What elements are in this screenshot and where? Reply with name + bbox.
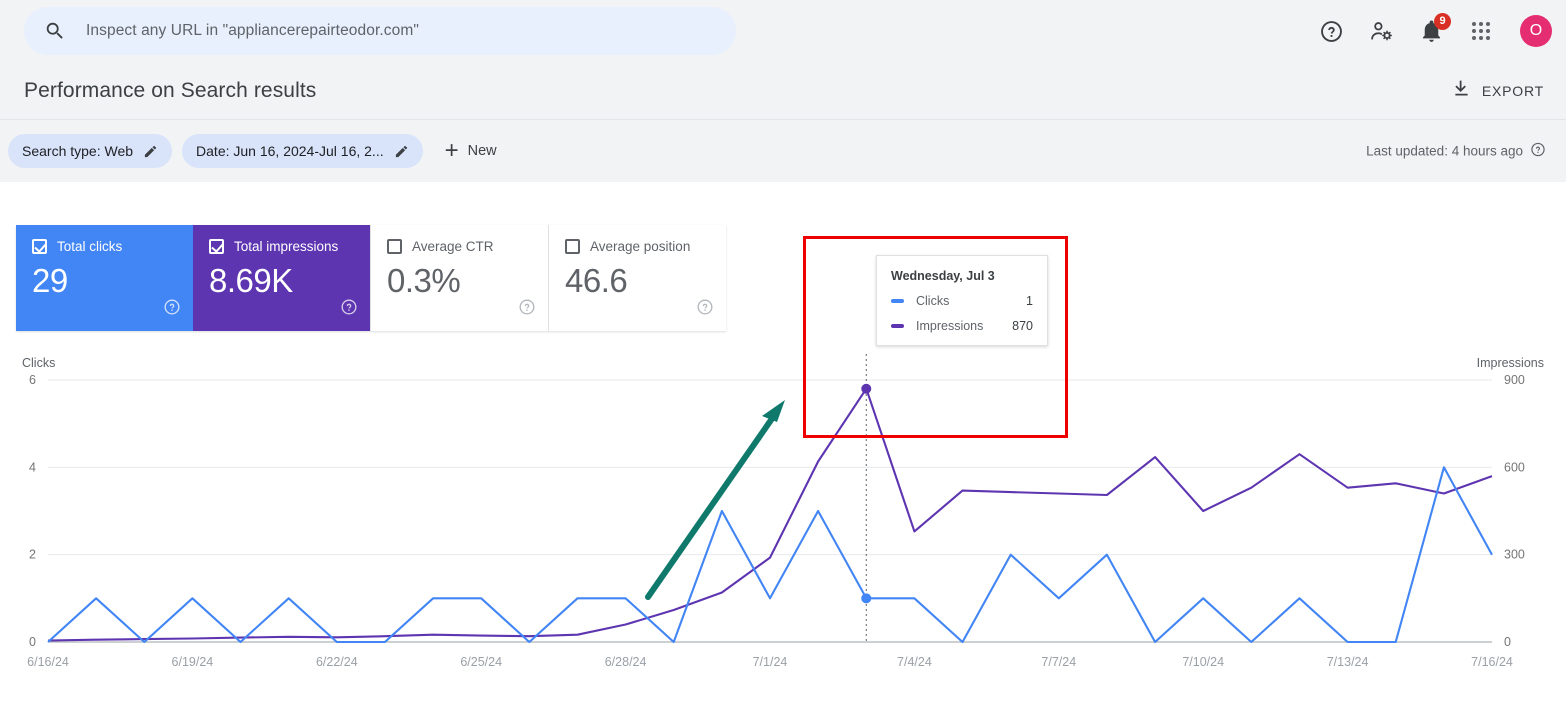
left-axis-tick: 0 [29,635,36,649]
metric-checkbox-total-impressions[interactable] [209,239,224,254]
x-axis-tick: 7/4/24 [897,655,932,669]
performance-chart: Clicks Impressions 0 0 2 300 4 600 6 900 6/16/2… [0,350,1566,680]
help-circle-icon[interactable] [518,298,536,321]
metric-card-average-position[interactable]: Average position 46.6 [548,225,726,331]
metric-card-total-clicks[interactable]: Total clicks 29 [16,225,193,331]
export-label: EXPORT [1481,82,1544,99]
chart-point-clicks [861,593,872,604]
x-axis-tick: 7/16/24 [1471,655,1513,669]
search-placeholder: Inspect any URL in "appliancerepairteodo… [86,22,419,39]
notifications-bell-icon[interactable]: 9 [1416,13,1451,46]
metric-label-average-ctr: Average CTR [412,239,494,254]
filter-bar: Search type: Web Date: Jun 16, 2024-Jul … [0,120,1566,182]
metric-card-total-impressions[interactable]: Total impressions 8.69K [193,225,370,331]
add-filter-label: New [467,143,497,159]
top-bar: Inspect any URL in "appliancerepairteodo… [0,0,1566,62]
x-axis-tick: 7/10/24 [1182,655,1224,669]
right-axis-tick: 0 [1504,635,1511,649]
x-axis-tick: 7/1/24 [753,655,788,669]
tooltip-label-clicks: Clicks [916,294,950,308]
metric-label-total-clicks: Total clicks [57,239,123,254]
last-updated-label: Last updated: 4 hours ago [1366,143,1523,159]
right-axis-tick: 600 [1504,460,1525,474]
tooltip-value-impressions: 870 [1012,319,1033,333]
help-circle-icon[interactable] [696,298,714,321]
x-axis-tick: 6/16/24 [27,655,69,669]
help-circle-icon[interactable] [340,298,358,321]
page-header: Performance on Search results EXPORT [0,62,1566,120]
apps-grid-icon[interactable] [1466,16,1496,46]
export-button[interactable]: EXPORT [1451,78,1544,104]
tooltip-row-impressions: Impressions 870 [891,319,1033,333]
metric-value-total-clicks: 29 [32,262,68,299]
metric-value-average-ctr: 0.3% [387,262,461,299]
metric-checkbox-total-clicks[interactable] [32,239,47,254]
notifications-badge: 9 [1434,13,1451,30]
metric-checkbox-average-ctr[interactable] [387,239,402,254]
x-axis-tick: 6/22/24 [316,655,358,669]
x-axis-tick: 6/19/24 [172,655,214,669]
right-axis-tick: 300 [1504,548,1525,562]
url-inspect-search-box[interactable]: Inspect any URL in "appliancerepairteodo… [24,7,736,55]
left-axis-tick: 2 [29,548,36,562]
left-axis-tick: 4 [29,460,36,474]
metric-card-average-ctr[interactable]: Average CTR 0.3% [370,225,548,331]
help-circle-icon[interactable] [1530,142,1546,161]
search-icon [44,20,66,42]
metric-label-total-impressions: Total impressions [234,239,339,254]
trend-arrow-annotation [645,400,785,600]
tooltip-label-impressions: Impressions [916,319,984,333]
filter-chip-date[interactable]: Date: Jun 16, 2024-Jul 16, 2... [182,134,423,168]
last-updated: Last updated: 4 hours ago [1366,142,1546,161]
tooltip-row-clicks: Clicks 1 [891,294,1033,308]
add-filter-button[interactable]: + New [433,139,509,163]
tooltip-swatch-clicks [891,299,904,303]
tooltip-swatch-impressions [891,324,904,328]
filter-chip-search-type-label: Search type: Web [22,143,134,159]
right-axis-tick: 900 [1504,373,1525,387]
account-settings-icon[interactable] [1366,16,1396,46]
metric-cards: Total clicks 29 Total impressions 8.69K … [16,225,726,331]
pencil-icon[interactable] [394,144,409,159]
x-axis-tick: 6/25/24 [460,655,502,669]
help-circle-icon[interactable] [163,298,181,321]
download-icon [1451,78,1472,104]
metric-value-average-position: 46.6 [565,262,628,299]
chart-point-impressions [861,383,872,394]
help-circle-icon[interactable] [1316,16,1346,46]
filter-chip-date-label: Date: Jun 16, 2024-Jul 16, 2... [196,143,384,159]
filter-chip-search-type[interactable]: Search type: Web [8,134,173,168]
metric-label-average-position: Average position [590,239,691,254]
left-axis-tick: 6 [29,373,36,387]
page-title: Performance on Search results [24,78,317,102]
x-axis-tick: 7/13/24 [1327,655,1369,669]
top-bar-actions: 9 O [1316,0,1552,62]
chart-plot-area: 0 0 2 300 4 600 6 900 6/16/24 6/19/24 6/22/24 6/25… [27,354,1525,669]
metric-checkbox-average-position[interactable] [565,239,580,254]
chart-tooltip: Wednesday, Jul 3 Clicks 1 Impressions 87… [876,255,1048,346]
tooltip-value-clicks: 1 [1026,294,1033,308]
metric-value-total-impressions: 8.69K [209,262,293,299]
plus-icon: + [444,137,459,164]
x-axis-tick: 6/28/24 [605,655,647,669]
pencil-icon[interactable] [143,144,158,159]
tooltip-date: Wednesday, Jul 3 [891,269,995,283]
avatar[interactable]: O [1520,15,1552,47]
x-axis-tick: 7/7/24 [1041,655,1076,669]
